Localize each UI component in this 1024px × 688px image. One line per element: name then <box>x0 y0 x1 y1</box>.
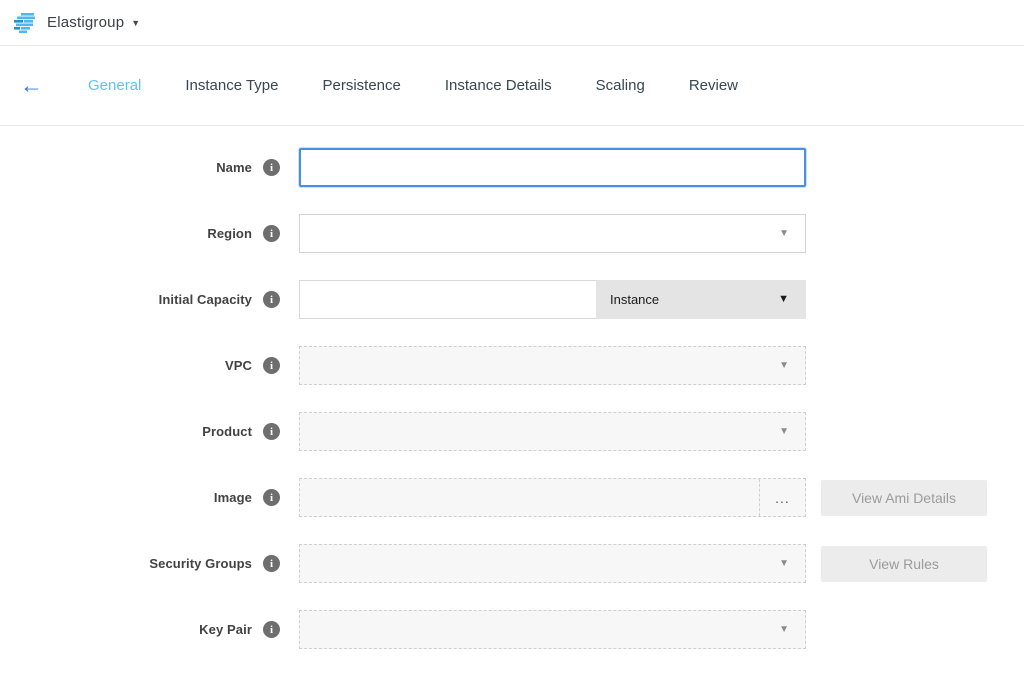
info-icon[interactable]: i <box>263 159 280 176</box>
region-field-row: Region i ▼ <box>0 214 1024 253</box>
chevron-down-icon: ▼ <box>779 427 789 437</box>
back-arrow-icon[interactable]: ← <box>20 74 42 97</box>
info-icon[interactable]: i <box>263 555 280 572</box>
region-label: Region <box>0 226 252 241</box>
tab-instance-type[interactable]: Instance Type <box>185 77 278 94</box>
wizard-tabbar: ← General Instance Type Persistence Inst… <box>0 46 1024 126</box>
chevron-down-icon: ▼ <box>779 559 789 569</box>
tab-scaling[interactable]: Scaling <box>596 77 645 94</box>
vpc-select: ▼ <box>299 346 806 385</box>
product-name: Elastigroup <box>47 14 124 31</box>
elastigroup-logo-icon <box>14 12 38 34</box>
vpc-label: VPC <box>0 358 252 373</box>
image-input-value <box>300 479 759 516</box>
chevron-down-icon: ▼ <box>779 229 789 239</box>
info-icon[interactable]: i <box>263 621 280 638</box>
product-select: ▼ <box>299 412 806 451</box>
security-groups-select: ▼ <box>299 544 806 583</box>
view-ami-details-button[interactable]: View Ami Details <box>821 480 987 516</box>
security-groups-field-row: Security Groups i ▼ View Rules <box>0 544 1024 583</box>
tab-general[interactable]: General <box>88 77 141 94</box>
topbar: Elastigroup ▼ <box>0 0 1024 46</box>
tab-persistence[interactable]: Persistence <box>323 77 401 94</box>
tab-instance-details[interactable]: Instance Details <box>445 77 552 94</box>
initial-capacity-field-row: Initial Capacity i Instance ▼ <box>0 280 1024 319</box>
name-input[interactable] <box>299 148 806 187</box>
general-settings-form: Name i Region i ▼ Initial Capacity i Ins… <box>0 126 1024 649</box>
chevron-down-icon: ▼ <box>779 361 789 371</box>
tab-review[interactable]: Review <box>689 77 738 94</box>
info-icon[interactable]: i <box>263 291 280 308</box>
product-switcher[interactable]: Elastigroup ▼ <box>14 12 140 34</box>
key-pair-select: ▼ <box>299 610 806 649</box>
chevron-down-icon: ▼ <box>778 294 789 305</box>
product-label: Product <box>0 424 252 439</box>
wizard-tabs: General Instance Type Persistence Instan… <box>88 77 738 94</box>
chevron-down-icon: ▼ <box>779 625 789 635</box>
capacity-unit-value: Instance <box>610 292 659 307</box>
name-label: Name <box>0 160 252 175</box>
product-switcher-caret-icon: ▼ <box>131 18 140 28</box>
security-groups-label: Security Groups <box>0 556 252 571</box>
info-icon[interactable]: i <box>263 357 280 374</box>
image-label: Image <box>0 490 252 505</box>
info-icon[interactable]: i <box>263 423 280 440</box>
info-icon[interactable]: i <box>263 489 280 506</box>
image-field-row: Image i ... View Ami Details <box>0 478 1024 517</box>
vpc-field-row: VPC i ▼ <box>0 346 1024 385</box>
image-browse-button[interactable]: ... <box>759 479 805 516</box>
name-field-row: Name i <box>0 148 1024 187</box>
key-pair-label: Key Pair <box>0 622 252 637</box>
region-select[interactable]: ▼ <box>299 214 806 253</box>
info-icon[interactable]: i <box>263 225 280 242</box>
product-field-row: Product i ▼ <box>0 412 1024 451</box>
initial-capacity-input[interactable] <box>299 280 596 319</box>
image-input: ... <box>299 478 806 517</box>
initial-capacity-label: Initial Capacity <box>0 292 252 307</box>
capacity-unit-select[interactable]: Instance ▼ <box>596 280 806 319</box>
view-rules-button[interactable]: View Rules <box>821 546 987 582</box>
key-pair-field-row: Key Pair i ▼ <box>0 610 1024 649</box>
